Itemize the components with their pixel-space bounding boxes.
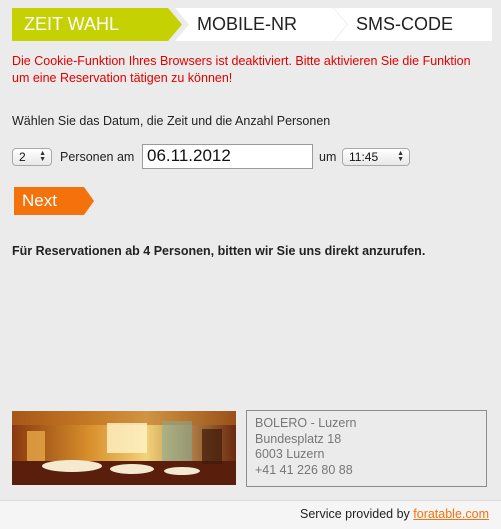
persons-label: Personen am	[60, 150, 135, 164]
restaurant-name: BOLERO - Luzern	[255, 416, 357, 430]
step-mobile-nr: MOBILE-NR	[175, 8, 347, 41]
intro-text: Wählen Sie das Datum, die Zeit und die A…	[12, 114, 331, 128]
step-sms-code: SMS-CODE	[334, 8, 492, 41]
footer-text: Service provided by	[300, 507, 410, 521]
foratable-link[interactable]: foratable.com	[413, 507, 489, 521]
restaurant-photo	[12, 411, 236, 485]
progress-steps: ZEIT WAHL MOBILE-NR SMS-CODE	[12, 8, 492, 41]
time-select[interactable]: 11:45 ▲ ▼	[342, 148, 410, 166]
cookie-warning: Die Cookie-Funktion Ihres Browsers ist d…	[12, 54, 471, 85]
step-zeit-wahl: ZEIT WAHL	[12, 8, 182, 41]
select-arrows-icon: ▲ ▼	[397, 150, 404, 163]
date-input[interactable]: 06.11.2012	[142, 144, 313, 169]
select-arrows-icon: ▲ ▼	[39, 150, 46, 163]
um-label: um	[319, 150, 337, 164]
restaurant-phone: +41 41 226 80 88	[255, 462, 353, 477]
footer: Service provided by foratable.com	[0, 500, 501, 529]
persons-select-value: 2	[19, 150, 26, 164]
restaurant-address: BOLERO - Luzern Bundesplatz 18 6003 Luze…	[246, 410, 487, 487]
group-reservation-note: Für Reservationen ab 4 Personen, bitten …	[12, 244, 426, 258]
reservation-form: 2 ▲ ▼ Personen am 06.11.2012 um 11:45 ▲ ▼	[12, 144, 482, 170]
restaurant-street: Bundesplatz 18	[255, 431, 342, 446]
persons-select[interactable]: 2 ▲ ▼	[12, 148, 52, 166]
next-button[interactable]: Next	[14, 187, 94, 215]
time-select-value: 11:45	[349, 150, 379, 164]
restaurant-city: 6003 Luzern	[255, 447, 325, 461]
